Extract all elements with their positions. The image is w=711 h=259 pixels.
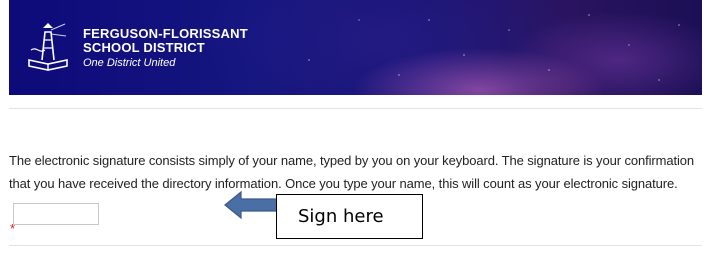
district-name: FERGUSON-FLORISSANT SCHOOL DISTRICT One … [83, 27, 248, 71]
divider-bottom [9, 245, 702, 246]
signature-instructions: The electronic signature consists simply… [9, 153, 695, 191]
district-tagline: One District United [83, 57, 176, 69]
sign-here-callout: Sign here [276, 194, 423, 239]
district-name-line2: SCHOOL DISTRICT [83, 40, 205, 55]
divider-top [9, 108, 702, 109]
district-name-line1: FERGUSON-FLORISSANT [83, 26, 248, 41]
lighthouse-book-icon [28, 23, 68, 71]
signature-input[interactable] [13, 202, 99, 225]
district-banner: FERGUSON-FLORISSANT SCHOOL DISTRICT One … [9, 0, 702, 95]
required-marker: * [10, 221, 16, 236]
